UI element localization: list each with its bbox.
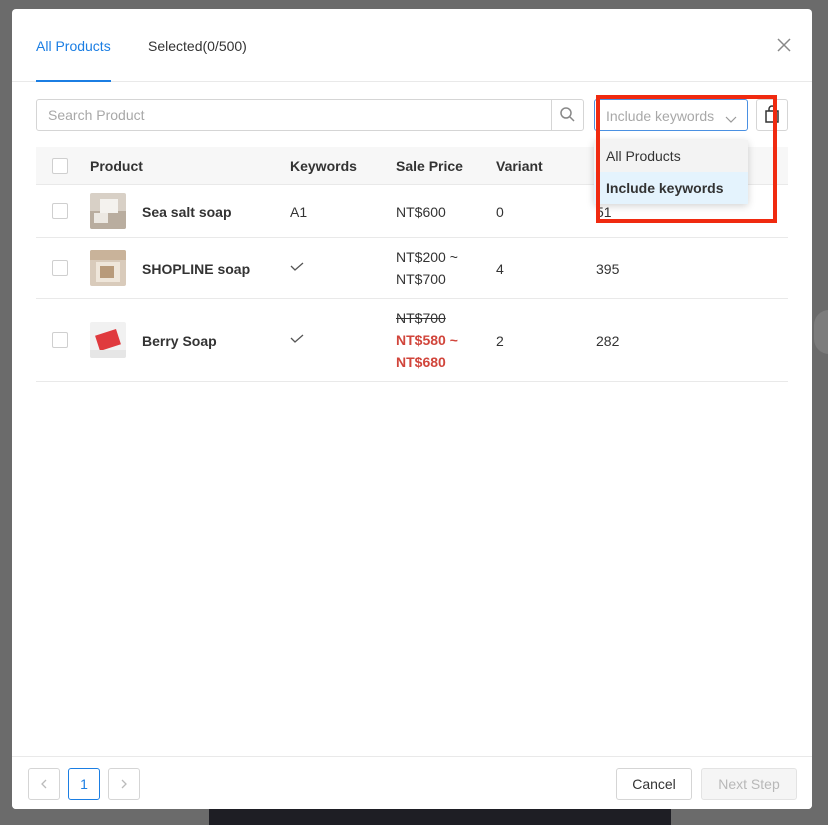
tab-all-products[interactable]: All Products: [36, 37, 111, 82]
tab-selected[interactable]: Selected(0/500): [148, 37, 247, 55]
original-price: NT$700: [396, 310, 446, 326]
background-strip: [209, 808, 671, 825]
price-line-2: NT$700: [396, 271, 446, 287]
check-icon: [290, 328, 304, 350]
row-checkbox[interactable]: [52, 260, 68, 276]
modal-footer: 1 Cancel Next Step: [12, 756, 812, 809]
row-checkbox[interactable]: [52, 203, 68, 219]
product-stock: 395: [596, 261, 620, 277]
product-stock: 282: [596, 333, 620, 349]
product-keywords: A1: [290, 204, 308, 220]
cancel-button[interactable]: Cancel: [616, 768, 692, 800]
product-thumbnail: [90, 193, 126, 229]
search-input[interactable]: [37, 100, 553, 130]
sale-price-line-2: NT$680: [396, 354, 446, 370]
product-price: NT$600: [396, 204, 446, 220]
pagination-page[interactable]: 1: [68, 768, 100, 800]
col-product: Product: [90, 158, 143, 174]
chevron-left-icon: [41, 779, 47, 789]
product-name: Sea salt soap: [142, 204, 232, 220]
select-all-checkbox[interactable]: [52, 158, 68, 174]
product-price-sale: NT$700 NT$580 ~ NT$680: [396, 307, 458, 373]
product-thumbnail: [90, 250, 126, 286]
pagination-next[interactable]: [108, 768, 140, 800]
product-thumbnail: [90, 322, 126, 358]
product-name: SHOPLINE soap: [142, 261, 251, 277]
next-step-button[interactable]: Next Step: [701, 768, 797, 800]
modal-header: All Products Selected(0/500): [12, 9, 812, 82]
highlight-annotation: [596, 95, 777, 223]
background-element: [814, 310, 828, 354]
chevron-right-icon: [121, 779, 127, 789]
sale-price-line-1: NT$580 ~: [396, 332, 458, 348]
table-row[interactable]: Berry Soap NT$700 NT$580 ~ NT$680 2 282: [36, 299, 788, 382]
product-price-range: NT$200 ~ NT$700: [396, 246, 458, 290]
pagination-prev[interactable]: [28, 768, 60, 800]
col-keywords: Keywords: [290, 158, 357, 174]
close-icon[interactable]: [774, 35, 794, 55]
product-name: Berry Soap: [142, 333, 217, 349]
col-variant: Variant: [496, 158, 543, 174]
table-row[interactable]: SHOPLINE soap NT$200 ~ NT$700 4 395: [36, 238, 788, 299]
search-box: [36, 99, 584, 131]
product-picker-modal: All Products Selected(0/500) Include key…: [12, 9, 812, 809]
price-line-1: NT$200 ~: [396, 249, 458, 265]
col-sale-price: Sale Price: [396, 158, 463, 174]
search-button[interactable]: [551, 100, 583, 130]
check-icon: [290, 256, 304, 278]
product-variant: 0: [496, 204, 504, 220]
row-checkbox[interactable]: [52, 332, 68, 348]
product-variant: 4: [496, 261, 504, 277]
product-variant: 2: [496, 333, 504, 349]
search-icon: [560, 107, 575, 122]
